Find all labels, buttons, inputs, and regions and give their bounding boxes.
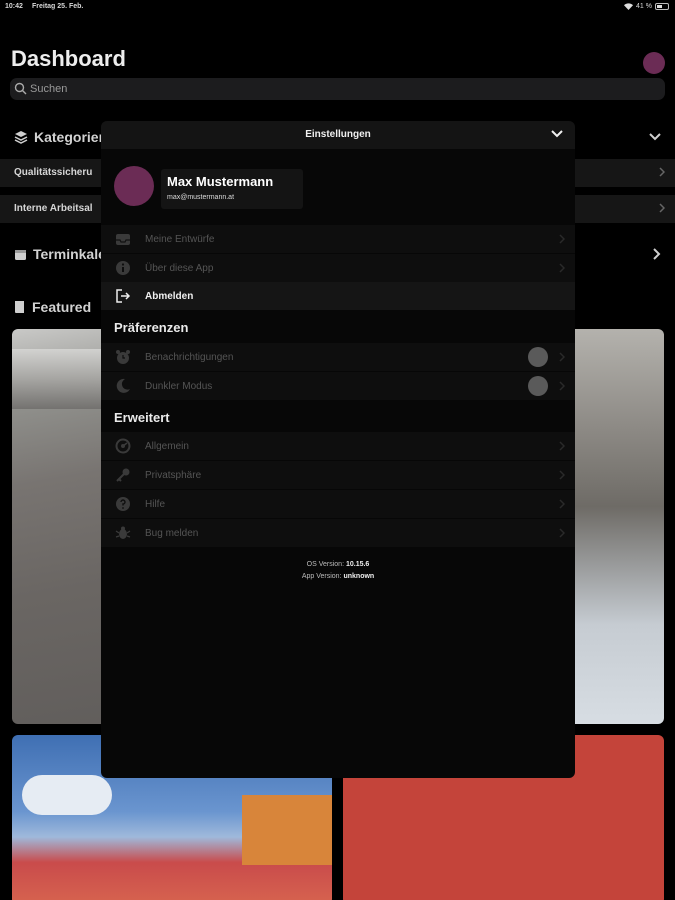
dark-mode-toggle[interactable] xyxy=(528,376,548,396)
menu-item-label: Meine Entwürfe xyxy=(145,234,215,245)
book-icon xyxy=(15,301,24,313)
group-title-preferences: Präferenzen xyxy=(114,320,189,335)
gear-icon xyxy=(115,438,131,454)
status-date: Freitag 25. Feb. xyxy=(32,3,84,10)
chevron-right-icon xyxy=(559,499,565,509)
chevron-right-icon xyxy=(559,352,565,362)
chevron-right-icon xyxy=(559,381,565,391)
menu-item-label: Über diese App xyxy=(145,263,214,274)
page-title: Dashboard xyxy=(11,46,126,71)
menu-item-privacy[interactable]: Privatsphäre xyxy=(101,461,575,489)
menu-item-label: Privatsphäre xyxy=(145,470,202,481)
chevron-right-icon xyxy=(559,470,565,480)
chevron-right-icon[interactable] xyxy=(653,248,661,260)
chevron-down-icon[interactable] xyxy=(551,129,563,139)
section-featured: Featured xyxy=(14,299,91,315)
sheet-header: Einstellungen xyxy=(101,121,575,149)
profile-email: max@mustermann.at xyxy=(167,194,235,201)
chevron-right-icon xyxy=(559,234,565,244)
section-categories[interactable]: Kategorien xyxy=(14,129,107,145)
profile-info[interactable]: Max Mustermann max@mustermann.at xyxy=(161,169,303,209)
menu-item-label: Bug melden xyxy=(145,528,199,539)
section-calendar[interactable]: Terminkale xyxy=(14,246,106,262)
group-title-advanced: Erweitert xyxy=(114,410,170,425)
menu-item-report-bug[interactable]: Bug melden xyxy=(101,519,575,547)
chevron-right-icon xyxy=(659,203,665,213)
wifi-icon xyxy=(624,3,634,10)
section-featured-label: Featured xyxy=(32,299,92,315)
calendar-icon xyxy=(15,249,26,260)
logout-icon xyxy=(116,289,131,303)
os-version-value: 10.15.6 xyxy=(345,561,370,568)
chevron-right-icon xyxy=(559,528,565,538)
moon-icon xyxy=(116,378,130,393)
menu-item-label: Hilfe xyxy=(145,499,166,510)
stack-icon xyxy=(14,131,28,144)
key-icon xyxy=(116,468,130,482)
settings-sheet: Einstellungen Max Mustermann max@musterm… xyxy=(101,121,575,778)
bug-icon xyxy=(115,526,131,539)
help-icon xyxy=(116,497,130,511)
menu-item-label: Abmelden xyxy=(145,291,194,302)
profile-avatar[interactable] xyxy=(114,166,154,206)
sheet-title: Einstellungen xyxy=(305,129,371,140)
section-calendar-label: Terminkale xyxy=(33,246,106,262)
menu-item-drafts[interactable]: Meine Entwürfe xyxy=(101,225,575,253)
category-row-label: Qualitätssicheru xyxy=(14,167,93,178)
status-right: 41 % xyxy=(624,3,669,10)
info-icon xyxy=(116,261,130,275)
menu-item-general[interactable]: Allgemein xyxy=(101,432,575,460)
category-row-label: Interne Arbeitsal xyxy=(14,203,93,214)
search-icon xyxy=(14,82,27,95)
menu-item-dark-mode[interactable]: Dunkler Modus xyxy=(101,372,575,400)
notifications-toggle[interactable] xyxy=(528,347,548,367)
app-version: App Version: unknown xyxy=(101,573,575,580)
tray-icon xyxy=(116,234,130,245)
os-version-label: OS Version: xyxy=(306,561,345,568)
battery-percent: 41 % xyxy=(636,3,652,10)
app-version-label: App Version: xyxy=(301,573,342,580)
menu-item-notifications[interactable]: Benachrichtigungen xyxy=(101,343,575,371)
chevron-down-icon[interactable] xyxy=(649,132,661,142)
menu-item-about[interactable]: Über diese App xyxy=(101,254,575,282)
profile-name: Max Mustermann xyxy=(167,174,274,189)
status-time: 10:42 xyxy=(5,3,23,10)
battery-icon xyxy=(655,3,669,10)
chevron-right-icon xyxy=(659,167,665,177)
os-version: OS Version: 10.15.6 xyxy=(101,561,575,568)
search-bar[interactable]: Suchen xyxy=(10,78,665,100)
menu-item-label: Allgemein xyxy=(145,441,189,452)
menu-item-label: Benachrichtigungen xyxy=(145,352,234,363)
avatar[interactable] xyxy=(643,52,665,74)
chevron-right-icon xyxy=(559,441,565,451)
menu-item-help[interactable]: Hilfe xyxy=(101,490,575,518)
menu-item-logout[interactable]: Abmelden xyxy=(101,282,575,310)
app-version-value: unknown xyxy=(343,573,375,580)
menu-item-label: Dunkler Modus xyxy=(145,381,213,392)
status-bar: 10:42 Freitag 25. Feb. 41 % xyxy=(0,0,675,14)
search-input[interactable]: Suchen xyxy=(30,83,67,95)
alarm-icon xyxy=(116,350,130,364)
chevron-right-icon xyxy=(559,263,565,273)
section-categories-label: Kategorien xyxy=(34,129,108,145)
